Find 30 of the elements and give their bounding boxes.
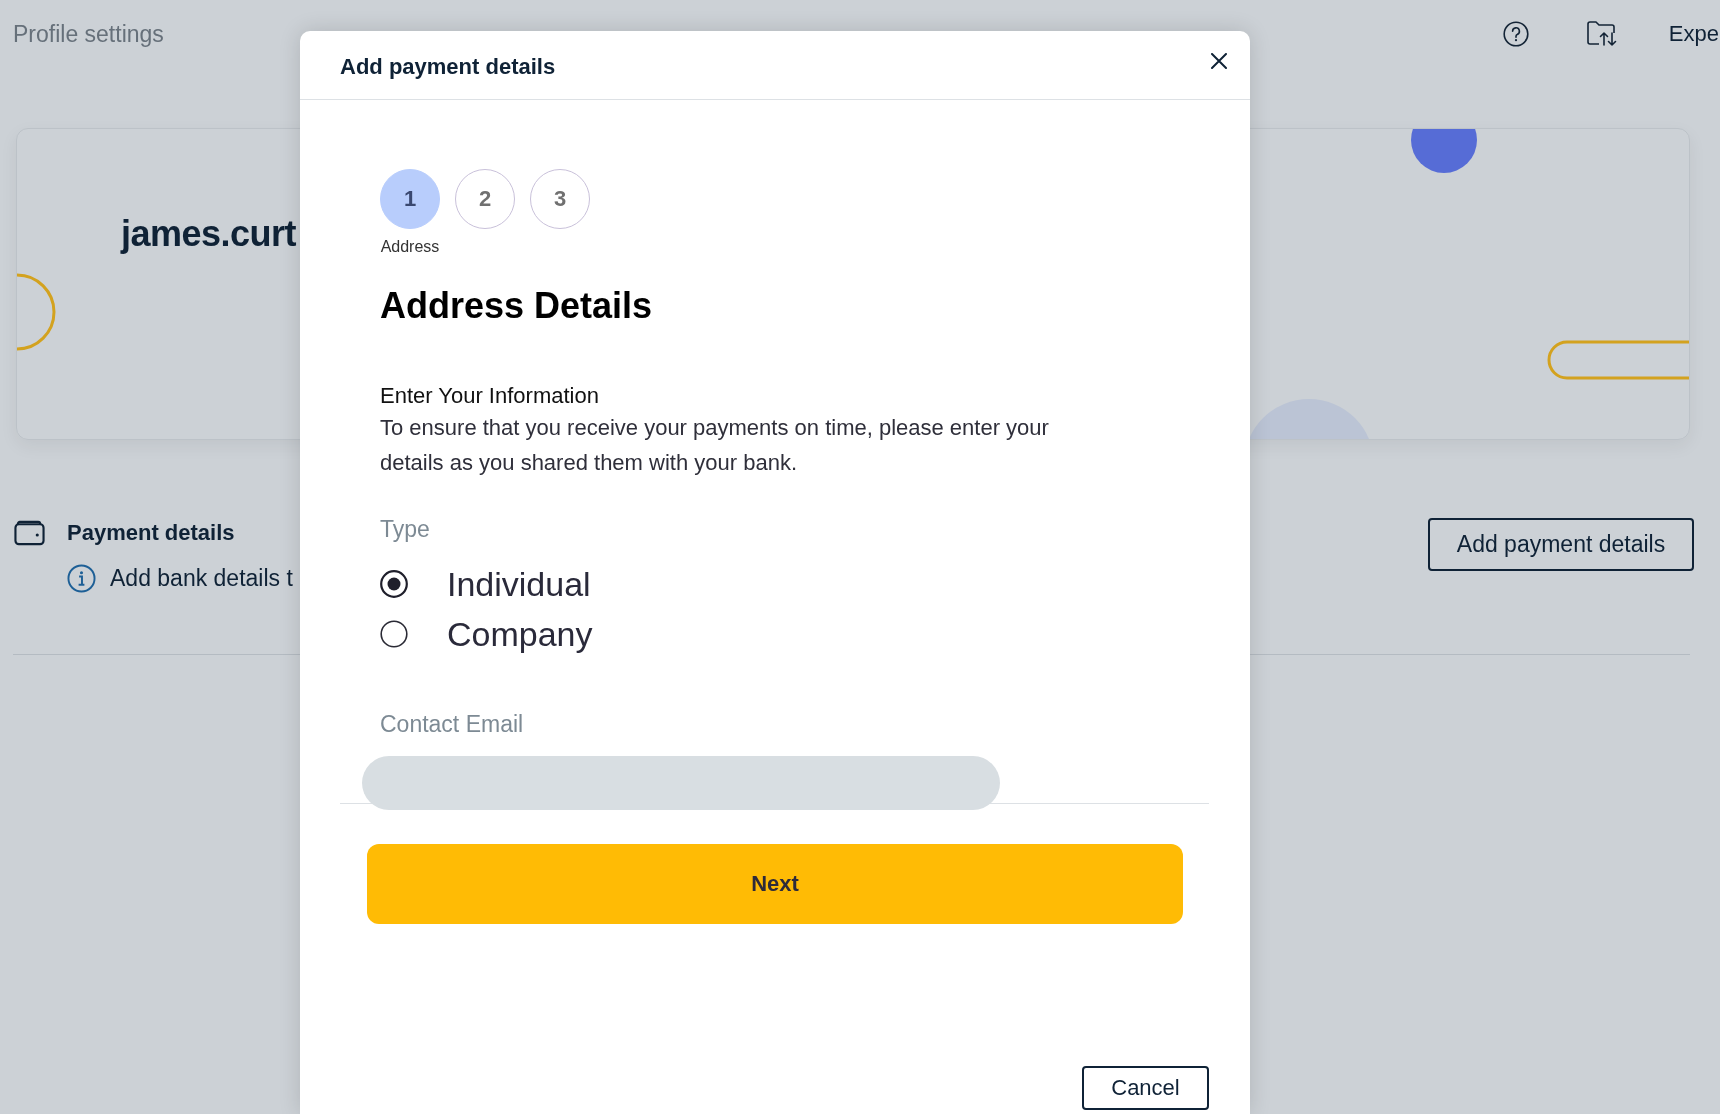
folder-arrows-icon[interactable] <box>1586 21 1617 47</box>
help-icon[interactable] <box>1502 21 1529 47</box>
form-heading: Address Details <box>380 286 653 326</box>
radio-button[interactable] <box>380 620 408 648</box>
cancel-button[interactable]: Cancel <box>1082 1066 1209 1110</box>
modal-title: Add payment details <box>340 53 556 80</box>
info-icon <box>67 564 96 593</box>
close-button[interactable] <box>1210 52 1228 70</box>
page-title: Profile settings <box>13 20 164 48</box>
email-field[interactable] <box>340 756 1209 810</box>
radio-button[interactable] <box>380 570 408 598</box>
intro-title: Enter Your Information <box>380 383 599 409</box>
add-payment-button[interactable]: Add payment details <box>1428 518 1694 571</box>
username: james.curt <box>121 213 297 255</box>
circle-decoration <box>1411 129 1477 173</box>
step-indicator: 2 <box>455 169 515 229</box>
step-indicator: 1 <box>380 169 440 229</box>
next-button[interactable]: Next <box>367 844 1183 924</box>
section-title: Payment details <box>67 520 235 546</box>
intro-text: To ensure that you receive your payments on time, please enter your details as you shared them with your bank. <box>380 414 1050 477</box>
field-label: Type <box>380 516 430 542</box>
field-label: Contact Email <box>380 711 524 737</box>
radio-label[interactable]: Individual <box>447 562 591 606</box>
step-label: Address <box>380 237 440 256</box>
wallet-icon <box>14 520 45 546</box>
close-icon <box>1211 53 1227 69</box>
step-indicator: 3 <box>530 169 590 229</box>
nav-link[interactable]: Expe <box>1668 21 1719 47</box>
notice-text: Add bank details t <box>110 565 293 592</box>
radio-label[interactable]: Company <box>447 612 593 656</box>
